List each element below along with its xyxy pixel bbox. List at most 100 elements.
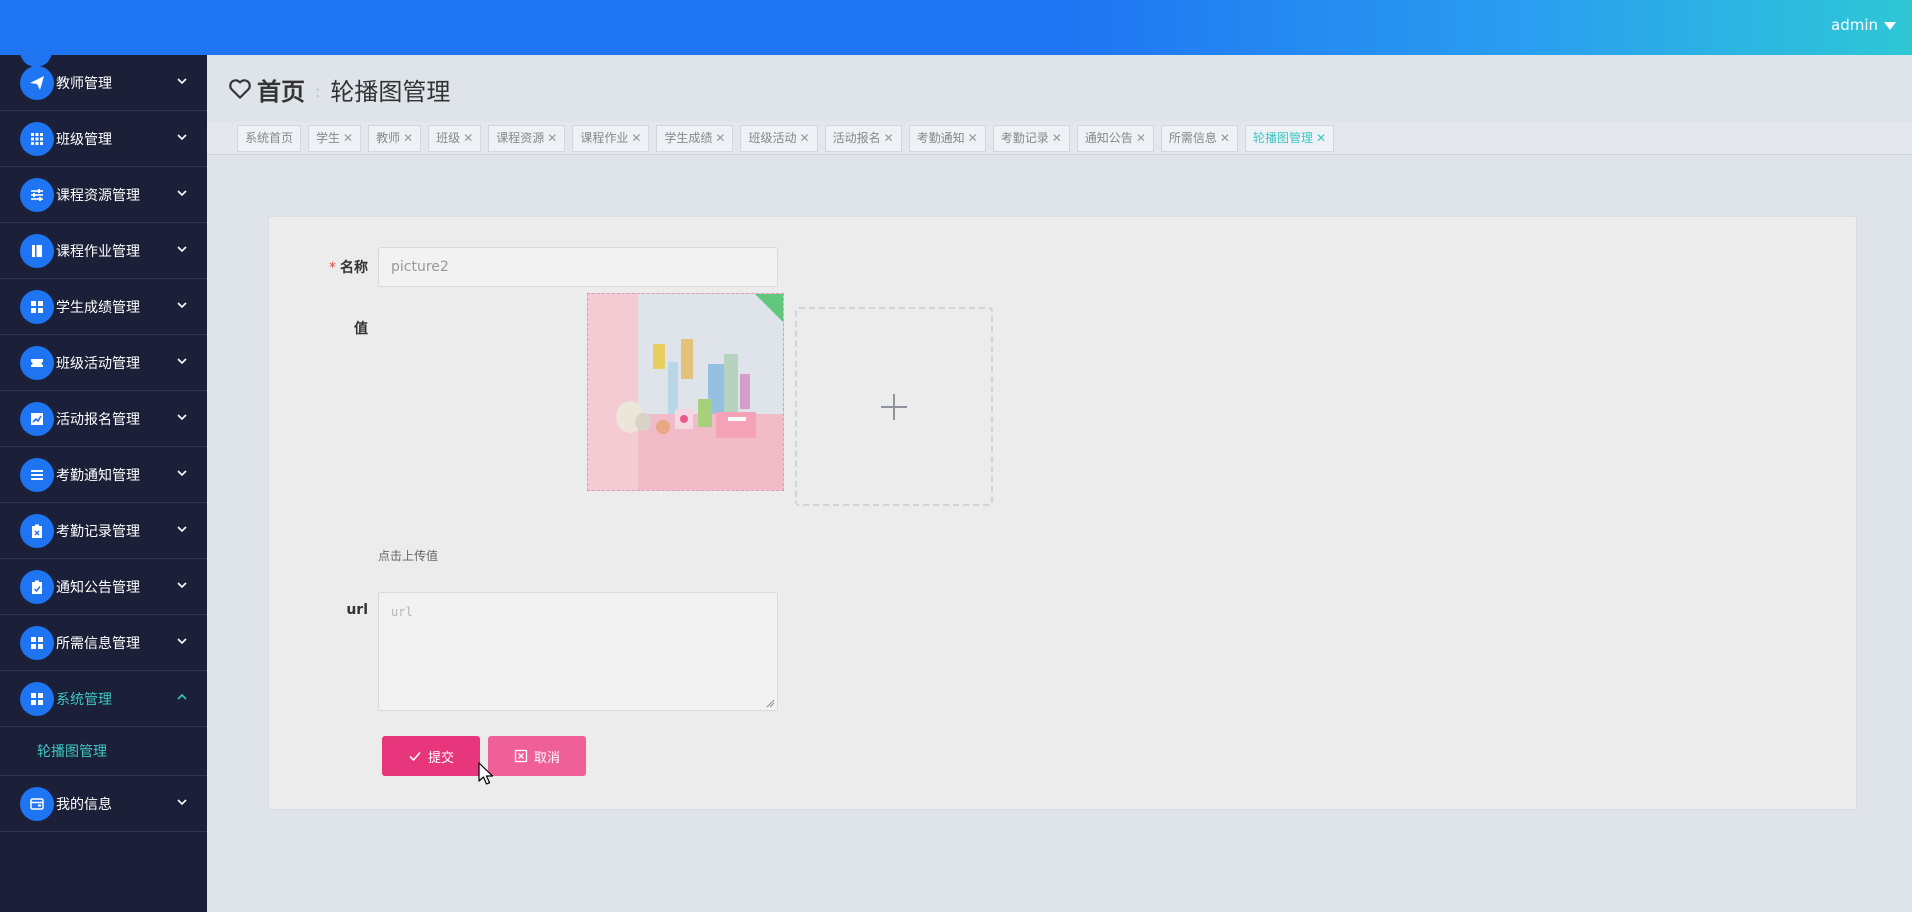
close-icon[interactable]: ✕ xyxy=(1052,126,1062,151)
tab-classes[interactable]: 班级 ✕ xyxy=(428,125,482,152)
sidebar-item-course-resources[interactable]: 课程资源管理 xyxy=(0,167,207,223)
send-icon xyxy=(20,65,54,100)
tab-carousel-management[interactable]: 轮播图管理 ✕ xyxy=(1244,125,1335,152)
chevron-down-icon xyxy=(177,469,187,476)
sidebar: 教师管理 班级管理 课程资源管理 课程作业管理 学生成绩管理 班级活动管理 活动… xyxy=(0,55,207,912)
sidebar-item-activity-signup[interactable]: 活动报名管理 xyxy=(0,391,207,447)
tab-students[interactable]: 学生 ✕ xyxy=(308,125,362,152)
close-icon[interactable]: ✕ xyxy=(547,126,557,151)
tab-label: 学生成绩 xyxy=(664,131,713,145)
form-card xyxy=(268,216,1857,810)
close-icon[interactable]: ✕ xyxy=(715,126,725,151)
close-icon[interactable]: ✕ xyxy=(800,126,810,151)
sidebar-item-course-homework[interactable]: 课程作业管理 xyxy=(0,223,207,279)
apps-icon xyxy=(20,625,54,660)
sidebar-subitem-carousel[interactable]: 轮播图管理 xyxy=(0,727,207,776)
sidebar-item-class-activities[interactable]: 班级活动管理 xyxy=(0,335,207,391)
chevron-down-icon xyxy=(177,245,187,252)
sidebar-item-label: 班级管理 xyxy=(56,131,112,148)
clipboard-icon xyxy=(20,513,54,548)
sidebar-item-my-info[interactable]: 我的信息 xyxy=(0,776,207,832)
close-icon[interactable]: ✕ xyxy=(1136,126,1146,151)
cancel-button-label: 取消 xyxy=(533,750,560,766)
list-icon xyxy=(20,457,54,492)
name-field-label: * 名称 xyxy=(300,257,368,277)
user-menu[interactable]: admin xyxy=(1831,14,1896,36)
tab-label: 考勤通知 xyxy=(916,131,965,145)
breadcrumb: 首页 : 轮播图管理 xyxy=(227,72,451,107)
sidebar-item-label: 我的信息 xyxy=(56,796,112,813)
clipboard-check-icon xyxy=(20,569,54,604)
sidebar-item-student-grades[interactable]: 学生成绩管理 xyxy=(0,279,207,335)
breadcrumb-current: 轮播图管理 xyxy=(330,77,451,106)
chevron-down-icon xyxy=(177,357,187,364)
sidebar-item-classes[interactable]: 班级管理 xyxy=(0,111,207,167)
uploaded-image-preview[interactable] xyxy=(587,293,784,491)
url-field-label: url xyxy=(346,602,368,618)
sidebar-item-system[interactable]: 系统管理 xyxy=(0,671,207,727)
tab-attendance-notice[interactable]: 考勤通知 ✕ xyxy=(908,125,986,152)
sidebar-item-label: 教师管理 xyxy=(56,75,112,92)
name-field[interactable]: picture2 xyxy=(378,247,778,287)
tab-course-homework[interactable]: 课程作业 ✕ xyxy=(572,125,650,152)
sidebar-item-required-info[interactable]: 所需信息管理 xyxy=(0,615,207,671)
close-icon[interactable]: ✕ xyxy=(884,126,894,151)
sidebar-item-label: 活动报名管理 xyxy=(56,411,140,428)
sidebar-item-attendance-records[interactable]: 考勤记录管理 xyxy=(0,503,207,559)
chevron-down-icon xyxy=(177,798,187,805)
sidebar-item-label: 通知公告管理 xyxy=(56,579,140,596)
tab-teachers[interactable]: 教师 ✕ xyxy=(368,125,422,152)
resize-handle-icon[interactable] xyxy=(765,698,775,708)
url-textarea[interactable]: url xyxy=(378,592,778,711)
tab-announcements[interactable]: 通知公告 ✕ xyxy=(1076,125,1154,152)
success-corner-badge xyxy=(755,294,783,322)
sidebar-subitem-label: 轮播图管理 xyxy=(37,744,107,760)
close-icon[interactable]: ✕ xyxy=(1220,126,1230,151)
user-name: admin xyxy=(1831,16,1878,34)
name-label-text: 名称 xyxy=(340,260,368,276)
tab-activity-signup[interactable]: 活动报名 ✕ xyxy=(824,125,902,152)
tab-attendance-records[interactable]: 考勤记录 ✕ xyxy=(992,125,1070,152)
chevron-up-icon xyxy=(177,693,187,700)
name-field-value: picture2 xyxy=(391,259,449,275)
chart-icon xyxy=(20,401,54,436)
apps-icon xyxy=(20,681,54,716)
sidebar-item-announcements[interactable]: 通知公告管理 xyxy=(0,559,207,615)
sidebar-item-label: 系统管理 xyxy=(56,691,112,708)
close-icon[interactable]: ✕ xyxy=(968,126,978,151)
upload-button[interactable] xyxy=(795,307,993,506)
grid-icon xyxy=(20,121,54,156)
submit-button[interactable]: 提交 xyxy=(382,736,480,776)
tab-label: 班级 xyxy=(436,131,461,145)
breadcrumb-home[interactable]: 首页 xyxy=(227,72,305,107)
chevron-down-icon xyxy=(177,77,187,84)
tab-label: 通知公告 xyxy=(1084,131,1133,145)
tab-home[interactable]: 系统首页 xyxy=(237,125,302,152)
close-square-icon xyxy=(514,749,528,763)
sidebar-item-label: 班级活动管理 xyxy=(56,355,140,372)
close-icon[interactable]: ✕ xyxy=(1316,126,1326,151)
chevron-down-icon xyxy=(177,413,187,420)
chevron-down-icon xyxy=(177,525,187,532)
sidebar-item-label: 考勤记录管理 xyxy=(56,523,140,540)
tab-course-resources[interactable]: 课程资源 ✕ xyxy=(488,125,566,152)
tab-class-activities[interactable]: 班级活动 ✕ xyxy=(740,125,818,152)
sidebar-item-label: 考勤通知管理 xyxy=(56,467,140,484)
close-icon[interactable]: ✕ xyxy=(343,126,353,151)
chevron-down-icon xyxy=(177,133,187,140)
tab-label: 所需信息 xyxy=(1168,131,1217,145)
tab-student-grades[interactable]: 学生成绩 ✕ xyxy=(656,125,734,152)
close-icon[interactable]: ✕ xyxy=(463,126,473,151)
chevron-down-icon xyxy=(177,301,187,308)
sidebar-item-attendance-notice[interactable]: 考勤通知管理 xyxy=(0,447,207,503)
tab-label: 系统首页 xyxy=(245,131,294,145)
required-marker: * xyxy=(329,260,336,276)
sidebar-item-teachers[interactable]: 教师管理 xyxy=(0,55,207,111)
plus-icon xyxy=(881,393,907,420)
chevron-down-icon xyxy=(177,637,187,644)
close-icon[interactable]: ✕ xyxy=(403,126,413,151)
tab-required-info[interactable]: 所需信息 ✕ xyxy=(1160,125,1238,152)
cancel-button[interactable]: 取消 xyxy=(488,736,586,776)
sidebar-item-label: 课程资源管理 xyxy=(56,187,140,204)
close-icon[interactable]: ✕ xyxy=(631,126,641,151)
